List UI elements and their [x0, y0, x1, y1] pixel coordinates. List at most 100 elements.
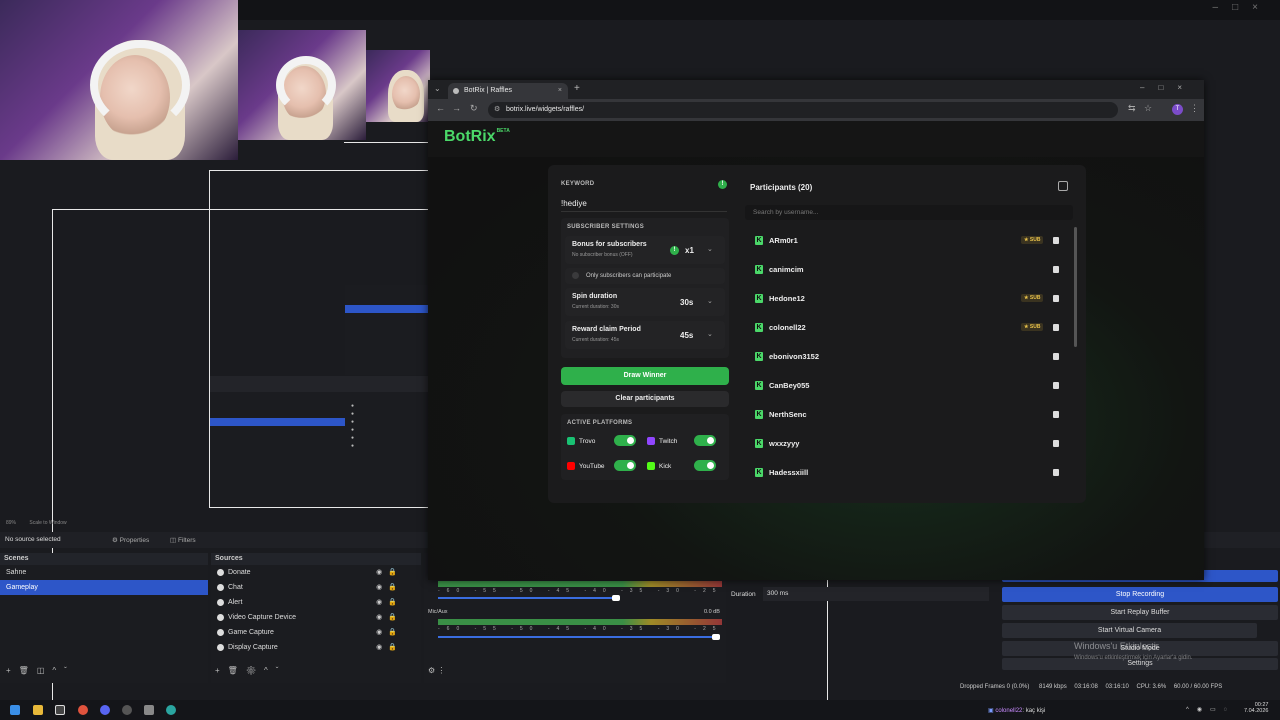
browser-window-controls[interactable]: –□× — [1140, 83, 1196, 92]
trash-icon[interactable] — [1053, 237, 1059, 244]
platform-toggle[interactable] — [614, 460, 636, 471]
visibility-lock-icons[interactable]: ◉🔒 — [376, 625, 403, 640]
virtual-camera-button[interactable]: Start Virtual Camera — [1002, 623, 1257, 638]
participant-row[interactable]: K Hedone12 ★ SUB — [745, 285, 1070, 312]
trash-icon[interactable] — [1053, 382, 1059, 389]
visibility-lock-icons[interactable]: ◉🔒 — [376, 640, 403, 655]
windows-start-icon[interactable] — [10, 705, 20, 715]
translate-icon[interactable]: ⇆ — [1128, 103, 1136, 114]
botrix-logo[interactable]: BotRixBETA — [444, 128, 510, 146]
tab-close-icon[interactable]: × — [558, 83, 562, 99]
volume-knob-2[interactable] — [712, 634, 720, 640]
visibility-lock-icons[interactable]: ◉🔒 — [376, 610, 403, 625]
participant-row[interactable]: K ARm0r1 ★ SUB — [745, 227, 1070, 254]
source-item[interactable]: Donate ◉🔒 — [211, 565, 421, 580]
duration-input[interactable]: 300 ms — [763, 587, 989, 601]
clear-participants-button[interactable]: Clear participants — [561, 391, 729, 407]
platform-toggle[interactable] — [694, 435, 716, 446]
platform-toggle[interactable] — [614, 435, 636, 446]
site-info-icon[interactable]: ⚙ — [494, 102, 500, 118]
clock-date: 7.04.2026 — [1244, 708, 1269, 714]
visibility-lock-icons[interactable]: ◉🔒 — [376, 565, 403, 580]
forward-icon[interactable]: → — [452, 103, 461, 113]
participant-row[interactable]: K CanBey055 — [745, 372, 1070, 399]
filters-button[interactable]: ◫ Filters — [170, 536, 196, 544]
trash-icon[interactable] — [1053, 295, 1059, 302]
app3-taskbar-icon[interactable] — [166, 705, 176, 715]
discord-taskbar-icon[interactable] — [100, 705, 110, 715]
stop-recording-button[interactable]: Stop Recording — [1002, 587, 1278, 602]
volume-knob-1[interactable] — [612, 595, 620, 601]
properties-button[interactable]: ⚙ Properties — [112, 536, 149, 544]
visibility-lock-icons[interactable]: ◉🔒 — [376, 580, 403, 595]
scenes-toolbar[interactable]: +🗑◫^ˇ — [6, 666, 75, 675]
tray-icons[interactable]: ^◉▭◌ — [1186, 706, 1235, 713]
scene-item[interactable]: Gameplay — [0, 580, 208, 595]
only-subs-row[interactable]: Only subscribers can participate — [565, 268, 725, 284]
participants-scrollbar[interactable] — [1074, 227, 1077, 347]
participant-row[interactable]: Kcolonell22 ★ SUB — [745, 314, 1070, 341]
source-item[interactable]: Chat ◉🔒 — [211, 580, 421, 595]
participant-name: Hedone12 — [769, 294, 805, 303]
source-item[interactable]: Alert ◉🔒 — [211, 595, 421, 610]
trash-icon[interactable] — [1053, 353, 1059, 360]
source-label: Video Capture Device — [228, 614, 296, 621]
chevron-down-icon[interactable]: ⌄ — [707, 297, 713, 305]
chevron-down-icon[interactable]: ⌄ — [707, 330, 713, 338]
visibility-lock-icons[interactable]: ◉🔒 — [376, 595, 403, 610]
trash-icon[interactable] — [1053, 469, 1059, 476]
keyword-input[interactable]: !hediye — [561, 196, 727, 212]
participant-search-input[interactable]: Search by username... — [745, 205, 1073, 220]
participant-row[interactable]: Kebonivon3152 — [745, 343, 1070, 370]
window-controls[interactable]: –□× — [1213, 2, 1272, 13]
bonus-select[interactable]: x1 — [685, 246, 694, 255]
volume-slider-2[interactable] — [438, 636, 718, 638]
reward-select[interactable]: 45s — [680, 331, 693, 340]
mixer-settings-icon[interactable]: ⚙ ⋮ — [428, 666, 445, 675]
replay-buffer-button[interactable]: Start Replay Buffer — [1002, 605, 1278, 620]
participants-title: Participants (20) — [750, 183, 813, 192]
source-item[interactable]: Display Capture ◉🔒 — [211, 640, 421, 655]
tab-botrix[interactable]: BotRix | Raffles × — [448, 83, 568, 99]
scene-item[interactable]: Sahne — [0, 565, 208, 580]
sources-toolbar[interactable]: +🗑⚙^ˇ — [215, 666, 286, 675]
keyword-info-icon[interactable]: ! — [718, 180, 727, 189]
menu-kebab-icon[interactable]: ⋮ — [1190, 103, 1199, 114]
participant-row[interactable]: Kwxxzyyy — [745, 430, 1070, 457]
clock[interactable]: 00:27 7.04.2026 — [1244, 702, 1268, 714]
copy-icon[interactable] — [1058, 181, 1068, 191]
participant-row[interactable]: K Hadessxiill — [745, 459, 1070, 486]
source-item[interactable]: Game Capture ◉🔒 — [211, 625, 421, 640]
trash-icon[interactable] — [1053, 324, 1059, 331]
scenes-list: Sahne Gameplay — [0, 565, 208, 595]
scale-dropdown[interactable]: Scale to Window — [29, 520, 66, 526]
trash-icon[interactable] — [1053, 440, 1059, 447]
new-tab-icon[interactable]: + — [574, 83, 580, 94]
url-bar[interactable]: ⚙ botrix.live/widgets/raffles/ — [488, 102, 1118, 118]
file-explorer-icon[interactable] — [33, 705, 43, 715]
back-icon[interactable]: ← — [436, 103, 445, 113]
trash-icon[interactable] — [1053, 411, 1059, 418]
source-item[interactable]: Video Capture Device ◉🔒 — [211, 610, 421, 625]
draw-winner-button[interactable]: Draw Winner — [561, 367, 729, 385]
app2-taskbar-icon[interactable] — [144, 705, 154, 715]
spin-select[interactable]: 30s — [680, 298, 693, 307]
app-taskbar-icon[interactable] — [122, 705, 132, 715]
participant-row[interactable]: K NerthSenc — [745, 401, 1070, 428]
trash-icon[interactable] — [1053, 266, 1059, 273]
activation-watermark-title: Windows'u Etkinleştir — [1074, 641, 1159, 651]
bonus-info-icon[interactable]: ! — [670, 246, 679, 255]
reload-icon[interactable]: ↻ — [470, 103, 478, 114]
bookmark-star-icon[interactable]: ☆ — [1144, 103, 1152, 114]
tab-title: BotRix | Raffles — [464, 87, 512, 94]
participant-row[interactable]: Kcanimcim — [745, 256, 1070, 283]
participant-name: canimcim — [769, 265, 804, 274]
only-subs-toggle[interactable] — [572, 272, 579, 279]
profile-avatar[interactable]: T — [1172, 104, 1183, 115]
tab-search-icon[interactable]: ⌄ — [434, 84, 441, 93]
obs-taskbar-icon[interactable] — [55, 705, 65, 715]
platform-toggle[interactable] — [694, 460, 716, 471]
chevron-down-icon[interactable]: ⌄ — [707, 245, 713, 253]
volume-slider-1[interactable] — [438, 597, 618, 599]
chrome-taskbar-icon[interactable] — [78, 705, 88, 715]
